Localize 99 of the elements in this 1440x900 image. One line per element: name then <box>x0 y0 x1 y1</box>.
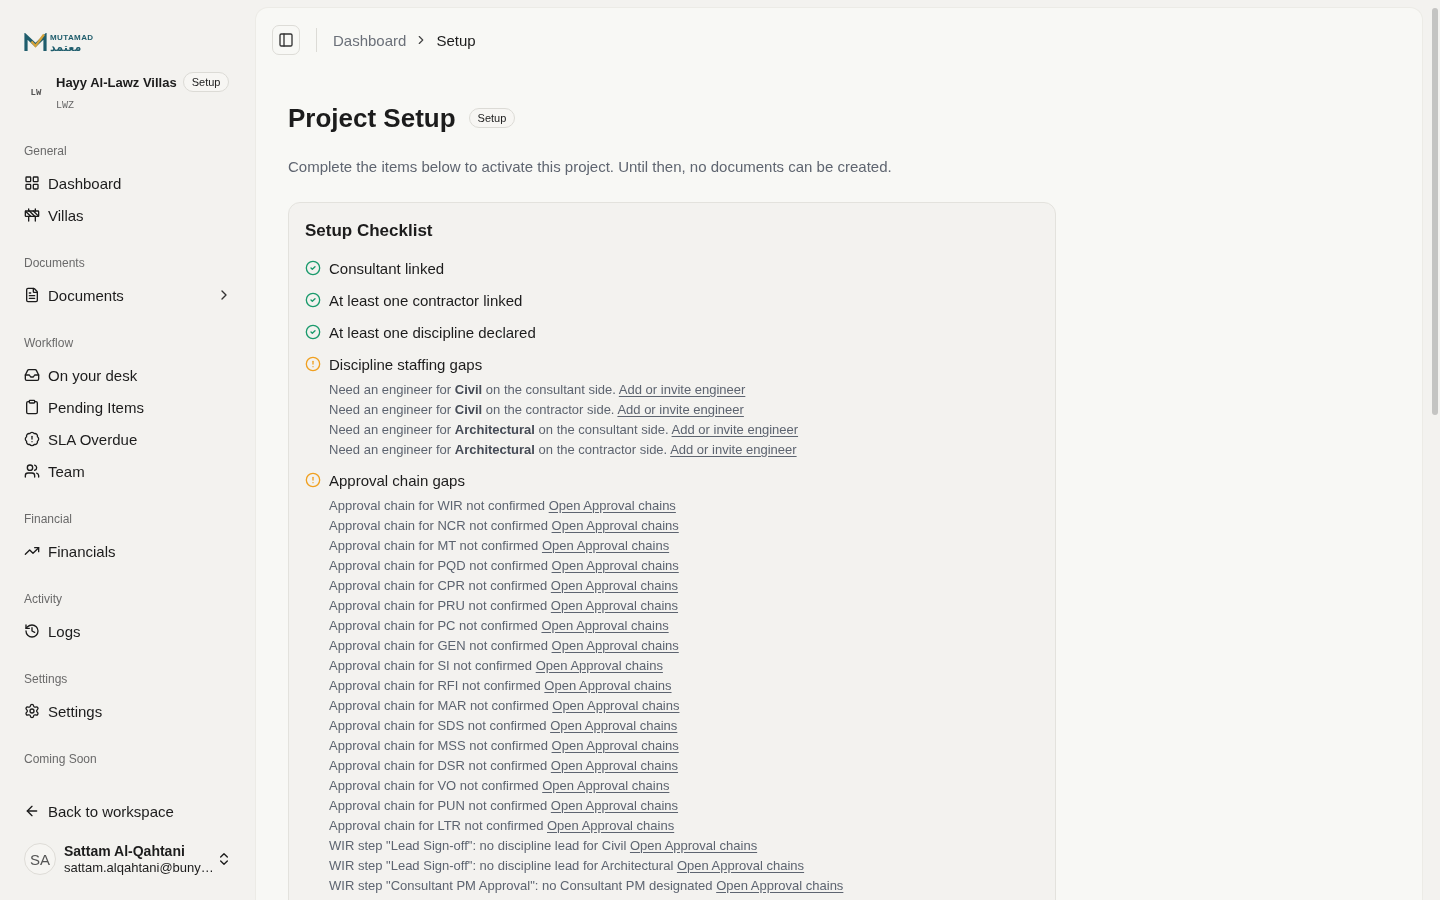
nav-item[interactable]: Financials <box>24 535 232 567</box>
project-code: LWZ <box>56 99 75 113</box>
project-avatar: LW <box>29 86 43 100</box>
gap-action-link[interactable]: Open Approval chains <box>551 738 679 753</box>
gap-message: Approval chain for MT not confirmed Open Approval chains <box>329 537 671 555</box>
gap-message: Approval chain for WIR not confirmed Open Approval chains <box>329 497 677 515</box>
logo-wordmark: MUTAMAD <box>50 32 94 42</box>
nav-item[interactable]: Villas <box>24 199 232 231</box>
gap-message: Need an engineer for Civil on the contractor side. Add or invite engineer <box>329 401 745 419</box>
logo-icon <box>24 33 47 52</box>
gap-message: Approval chain for SDS not confirmed Open Approval chains <box>329 717 679 735</box>
logo-wordmark-arabic: معتمد <box>50 41 82 53</box>
nav-item[interactable]: Documents <box>24 279 232 311</box>
nav-group-label: Coming Soon <box>24 751 98 768</box>
gap-message: Need an engineer for Architectural on the contractor side. Add or invite engineer <box>329 441 798 459</box>
inbox-icon <box>24 367 40 383</box>
breadcrumb-current: Setup <box>436 31 476 49</box>
nav-item[interactable]: Settings <box>24 695 232 727</box>
gap-message: WIR step "Lead Sign-off": no discipline lead for Civil Open Approval chains <box>329 837 759 855</box>
gap-message: Approval chain for RFI not confirmed Open Approval chains <box>329 677 673 695</box>
gap-message: WIR step "Consultant PM Approval": no Consultant PM designated Open Approval chains <box>329 877 845 895</box>
barrier-icon <box>24 207 40 223</box>
card-title: Setup Checklist <box>305 220 434 242</box>
alert-badge-icon <box>24 431 40 447</box>
gap-message: Approval chain for PC not confirmed Open Approval chains <box>329 617 670 635</box>
gap-action-link[interactable]: Open Approval chains <box>551 558 679 573</box>
gap-message: Approval chain for PUN not confirmed Open Approval chains <box>329 797 680 815</box>
sidebar-toggle-button[interactable] <box>272 25 300 55</box>
gap-message: Approval chain for PRU not confirmed Open Approval chains <box>329 597 680 615</box>
gap-action-link[interactable]: Open Approval chains <box>552 698 680 713</box>
gap-message: Approval chain for VO not confirmed Open Approval chains <box>329 777 671 795</box>
gap-action-link[interactable]: Open Approval chains <box>550 598 679 613</box>
gap-action-link[interactable]: Open Approval chains <box>550 718 678 733</box>
nav-item[interactable]: Pending Items <box>24 391 232 423</box>
nav-group-label: Workflow <box>24 335 75 352</box>
project-name: Hayy Al-Lawz Villas <box>56 74 177 90</box>
checklist-item-label: At least one contractor linked <box>329 291 523 309</box>
gap-action-link[interactable]: Open Approval chains <box>547 818 675 833</box>
nav-item[interactable]: Logs <box>24 615 232 647</box>
document-icon <box>24 287 40 303</box>
gap-message: WIR step "Lead Sign-off": no discipline lead for Architectural Open Approval chains <box>329 857 806 875</box>
gap-action-link[interactable]: Open Approval chains <box>551 518 679 533</box>
status-badge: Setup <box>468 108 516 128</box>
gap-action-link[interactable]: Open Approval chains <box>550 798 679 813</box>
gap-message: Need an engineer for Civil on the consultant side. Add or invite engineer <box>329 381 747 399</box>
page-description: Complete the items below to activate this project. Until then, no documents can be created. <box>288 157 893 177</box>
history-icon <box>24 623 40 639</box>
user-name: Sattam Al-Qahtani <box>64 842 186 860</box>
nav-item[interactable]: On your desk <box>24 359 232 391</box>
user-avatar: SA <box>24 843 56 875</box>
nav-group-label: Settings <box>24 671 69 688</box>
gap-message: Approval chain for LTR not confirmed Open Approval chains <box>329 817 676 835</box>
nav-item[interactable]: Team <box>24 455 232 487</box>
gap-action-link[interactable]: Add or invite engineer <box>618 382 746 397</box>
gap-message: Approval chain for MSS not confirmed Open Approval chains <box>329 737 680 755</box>
gap-action-link[interactable]: Open Approval chains <box>541 538 670 553</box>
arrow-left-icon <box>24 803 40 819</box>
gap-action-link[interactable]: Add or invite engineer <box>617 402 744 417</box>
gap-action-link[interactable]: Open Approval chains <box>535 658 663 673</box>
gap-action-link[interactable]: Open Approval chains <box>676 858 805 873</box>
nav-item[interactable]: SLA Overdue <box>24 423 232 455</box>
gap-action-link[interactable]: Open Approval chains <box>629 838 758 853</box>
page-title: Project Setup <box>288 102 456 135</box>
gap-action-link[interactable]: Add or invite engineer <box>670 442 797 457</box>
panel-left-icon <box>278 32 294 48</box>
gap-message: Approval chain for NCR not confirmed Open Approval chains <box>329 517 680 535</box>
checklist-item-label: Discipline staffing gaps <box>329 355 483 373</box>
back-link[interactable]: Back to workspace <box>24 795 232 827</box>
scrollbar-thumb[interactable] <box>1432 8 1438 415</box>
gap-action-link[interactable]: Open Approval chains <box>542 778 670 793</box>
nav-group-label: Documents <box>24 255 86 272</box>
gap-action-link[interactable]: Open Approval chains <box>544 678 672 693</box>
checklist-item-label: At least one discipline declared <box>329 323 536 341</box>
checklist-item-label: Approval chain gaps <box>329 471 465 489</box>
nav-item[interactable]: Dashboard <box>24 167 232 199</box>
status-badge: Setup <box>182 72 230 92</box>
grid-icon <box>24 175 40 191</box>
gap-message: Approval chain for DSR not confirmed Open Approval chains <box>329 757 680 775</box>
gap-message: Approval chain for SI not confirmed Open Approval chains <box>329 657 664 675</box>
settings-icon <box>24 703 40 719</box>
gap-message: Approval chain for PQD not confirmed Open Approval chains <box>329 557 680 575</box>
gap-action-link[interactable]: Open Approval chains <box>550 758 679 773</box>
gap-action-link[interactable]: Open Approval chains <box>716 878 844 893</box>
gap-message: Approval chain for MAR not confirmed Open Approval chains <box>329 697 681 715</box>
gap-action-link[interactable]: Add or invite engineer <box>671 422 799 437</box>
breadcrumb-link[interactable]: Dashboard <box>333 31 407 49</box>
nav-group-label: Financial <box>24 511 74 528</box>
nav-group-label: General <box>24 143 68 160</box>
gap-action-link[interactable]: Open Approval chains <box>548 498 676 513</box>
gap-message: Approval chain for CPR not confirmed Open Approval chains <box>329 577 680 595</box>
users-icon <box>24 463 40 479</box>
gap-action-link[interactable]: Open Approval chains <box>551 638 679 653</box>
gap-action-link[interactable]: Open Approval chains <box>541 618 669 633</box>
gap-message: Need an engineer for Architectural on the consultant side. Add or invite engineer <box>329 421 800 439</box>
gap-action-link[interactable]: Open Approval chains <box>550 578 679 593</box>
gap-message: Approval chain for GEN not confirmed Open Approval chains <box>329 637 680 655</box>
checklist-item-label: Consultant linked <box>329 259 445 277</box>
clipboard-icon <box>24 399 40 415</box>
nav-group-label: Activity <box>24 591 63 608</box>
